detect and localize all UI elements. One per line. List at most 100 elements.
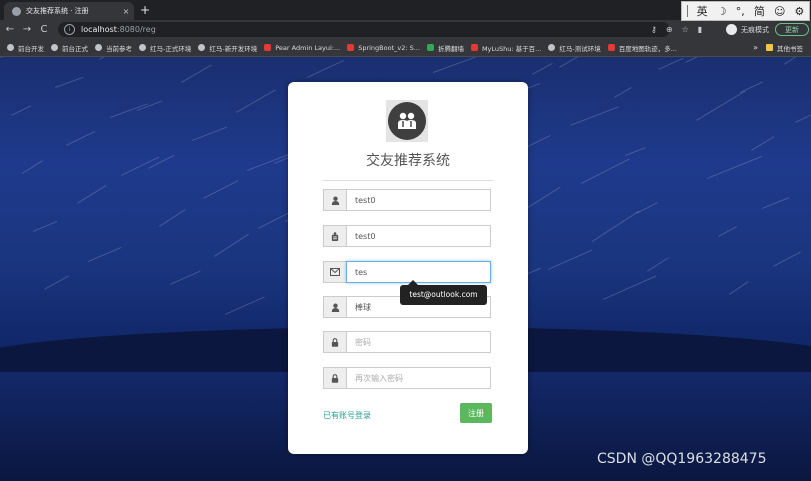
star-trail — [559, 57, 603, 68]
star-trail — [88, 246, 122, 262]
star-trail — [570, 106, 619, 126]
bookmark-label: 红马-新开发环境 — [209, 44, 258, 53]
star-trail — [99, 57, 133, 60]
people-icon — [388, 102, 426, 140]
bookmarks-overflow[interactable]: » — [753, 43, 758, 52]
g-red-icon — [470, 44, 478, 51]
login-link[interactable]: 已有账号登录 — [323, 410, 371, 421]
star-trail — [433, 57, 476, 73]
ime-toolbar: 英 ☽ °, 简 ☺ ⚙ — [681, 1, 810, 21]
forward-icon[interactable]: → — [20, 24, 34, 35]
nickname-input[interactable] — [346, 225, 491, 247]
sidepanel-icon[interactable]: ▮ — [698, 22, 702, 37]
star-trail — [718, 226, 738, 237]
bookmark-item[interactable]: 红马-新开发环境 — [198, 43, 257, 53]
bookmark-item[interactable]: 折腾翻墙 — [426, 43, 464, 53]
star-trail — [307, 60, 344, 78]
page-title: 交友推荐系统 — [366, 153, 450, 169]
globe-icon — [198, 44, 206, 51]
reload-icon[interactable]: C — [37, 24, 51, 35]
bookmark-item[interactable]: SpringBoot_v2: S... — [347, 44, 420, 52]
password-input[interactable] — [346, 331, 491, 353]
star-trail — [603, 275, 657, 300]
star-trail — [625, 147, 646, 156]
ime-divider — [686, 5, 688, 17]
url-host: localhost — [81, 25, 117, 34]
zoom-icon[interactable]: ⊕ — [666, 22, 673, 37]
info-icon[interactable]: i — [64, 24, 75, 35]
star-trail — [225, 296, 265, 315]
star-trail — [159, 209, 186, 227]
gear-icon[interactable]: ⚙ — [795, 5, 805, 18]
email-autocomplete-suggestion[interactable]: test@outlook.com — [400, 280, 487, 305]
globe-icon — [12, 6, 21, 16]
logo — [386, 100, 428, 142]
star-trail — [795, 107, 811, 123]
star-trail — [729, 281, 749, 295]
confirm-password-input[interactable] — [346, 367, 491, 389]
bookmark-item[interactable]: MyLuShu: 基于百... — [470, 43, 542, 53]
ime-script-toggle[interactable]: 简 — [754, 3, 765, 19]
star-trail — [614, 87, 632, 98]
star-trail — [214, 233, 249, 257]
emoji-icon[interactable]: ☺ — [774, 5, 785, 18]
g-red-icon — [347, 44, 355, 51]
bookmark-item[interactable]: 红马-正式环境 — [139, 43, 191, 53]
star-trail — [784, 57, 811, 65]
bookmark-label: MyLuShu: 基于百... — [481, 44, 542, 53]
bookmark-label: 红马-正式环境 — [150, 44, 192, 53]
incognito-indicator[interactable]: 无痕模式 — [726, 22, 769, 37]
globe-icon — [548, 44, 556, 51]
bookmark-label: SpringBoot_v2: S... — [358, 43, 420, 52]
address-bar-actions: ⚷ ⊕ ☆ ▮ — [651, 22, 702, 37]
star-trail — [685, 57, 736, 63]
update-button[interactable]: 更新 — [775, 23, 809, 36]
bookmark-label: 当前参考 — [106, 44, 132, 53]
id-card-icon — [323, 225, 346, 247]
email-input[interactable] — [346, 261, 491, 283]
close-tab-icon[interactable]: × — [120, 7, 132, 16]
username-input[interactable] — [346, 189, 491, 211]
bookmarks-bar: 前台开发 前台正式 当前参考 红马-正式环境 红马-新开发环境 Pear Admin La… — [0, 39, 811, 57]
register-button[interactable]: 注册 — [460, 403, 492, 423]
star-trail — [110, 103, 148, 118]
bookmark-item[interactable]: 前台正式 — [51, 43, 88, 53]
star-trail — [66, 130, 96, 146]
bookmark-item[interactable]: Pear Admin Layui:... — [264, 44, 340, 52]
bookmark-label: 前台正式 — [62, 44, 88, 53]
globe-icon — [95, 44, 102, 51]
register-card: 交友推荐系统 test@outlook.com — [288, 82, 528, 454]
ime-lang-toggle[interactable]: 英 — [697, 3, 708, 19]
star-trail — [170, 270, 201, 285]
star-trail — [236, 89, 276, 113]
bookmark-label: 前台开发 — [18, 44, 44, 53]
new-tab-button[interactable]: + — [140, 3, 150, 17]
star-icon[interactable]: ☆ — [682, 22, 689, 37]
user-icon — [323, 296, 346, 318]
star-trail — [192, 126, 227, 141]
star-trail — [636, 202, 658, 214]
star-trail — [592, 210, 640, 242]
star-trail — [247, 153, 292, 171]
address-bar[interactable]: i localhost :8080/reg — [58, 22, 670, 37]
other-bookmarks-folder[interactable]: 其他书签 — [766, 43, 803, 53]
key-icon[interactable]: ⚷ — [651, 22, 657, 37]
bookmark-item[interactable]: 前台开发 — [7, 43, 44, 53]
globe-icon — [51, 44, 58, 51]
moon-icon[interactable]: ☽ — [717, 5, 727, 18]
back-icon[interactable]: ← — [3, 24, 17, 35]
star-trail — [22, 160, 43, 174]
confirm-password-group — [323, 367, 491, 389]
browser-tab[interactable]: 交友推荐系统 · 注册 × — [4, 2, 134, 20]
bookmark-item[interactable]: 百度地图轨迹，多... — [607, 43, 677, 53]
bookmark-item[interactable]: 当前参考 — [95, 43, 132, 53]
punctuation-icon[interactable]: °, — [736, 5, 745, 18]
g-red-icon — [607, 44, 615, 51]
lock-icon — [323, 331, 346, 353]
bookmark-item[interactable]: 红马-测试环境 — [548, 43, 601, 53]
nickname-group — [323, 225, 491, 247]
star-trail — [581, 158, 630, 184]
star-trail — [740, 81, 764, 93]
star-trail — [658, 57, 684, 70]
username-group — [323, 189, 491, 211]
